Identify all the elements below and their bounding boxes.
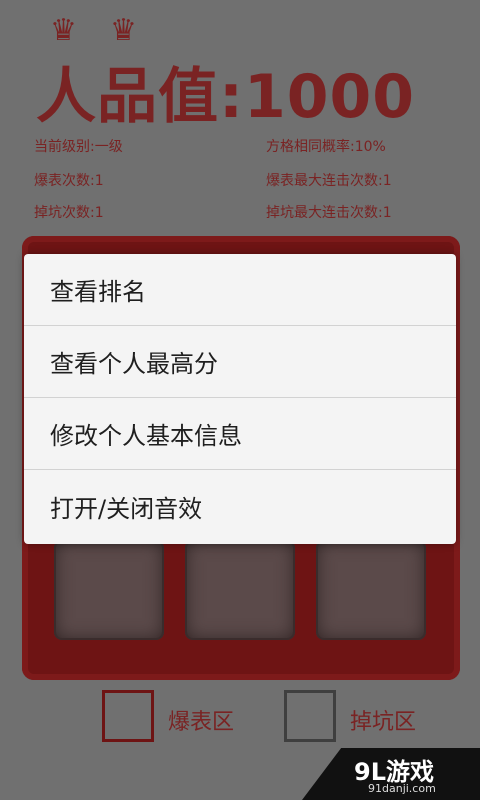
menu-item-edit-profile[interactable]: 修改个人基本信息 — [24, 398, 456, 470]
watermark-site: 91danji.com — [368, 782, 436, 795]
menu-item-view-high-score[interactable]: 查看个人最高分 — [24, 326, 456, 398]
menu-item-toggle-sound[interactable]: 打开/关闭音效 — [24, 470, 456, 542]
menu-item-view-ranking[interactable]: 查看排名 — [24, 254, 456, 326]
options-menu: 查看排名 查看个人最高分 修改个人基本信息 打开/关闭音效 — [24, 254, 456, 544]
